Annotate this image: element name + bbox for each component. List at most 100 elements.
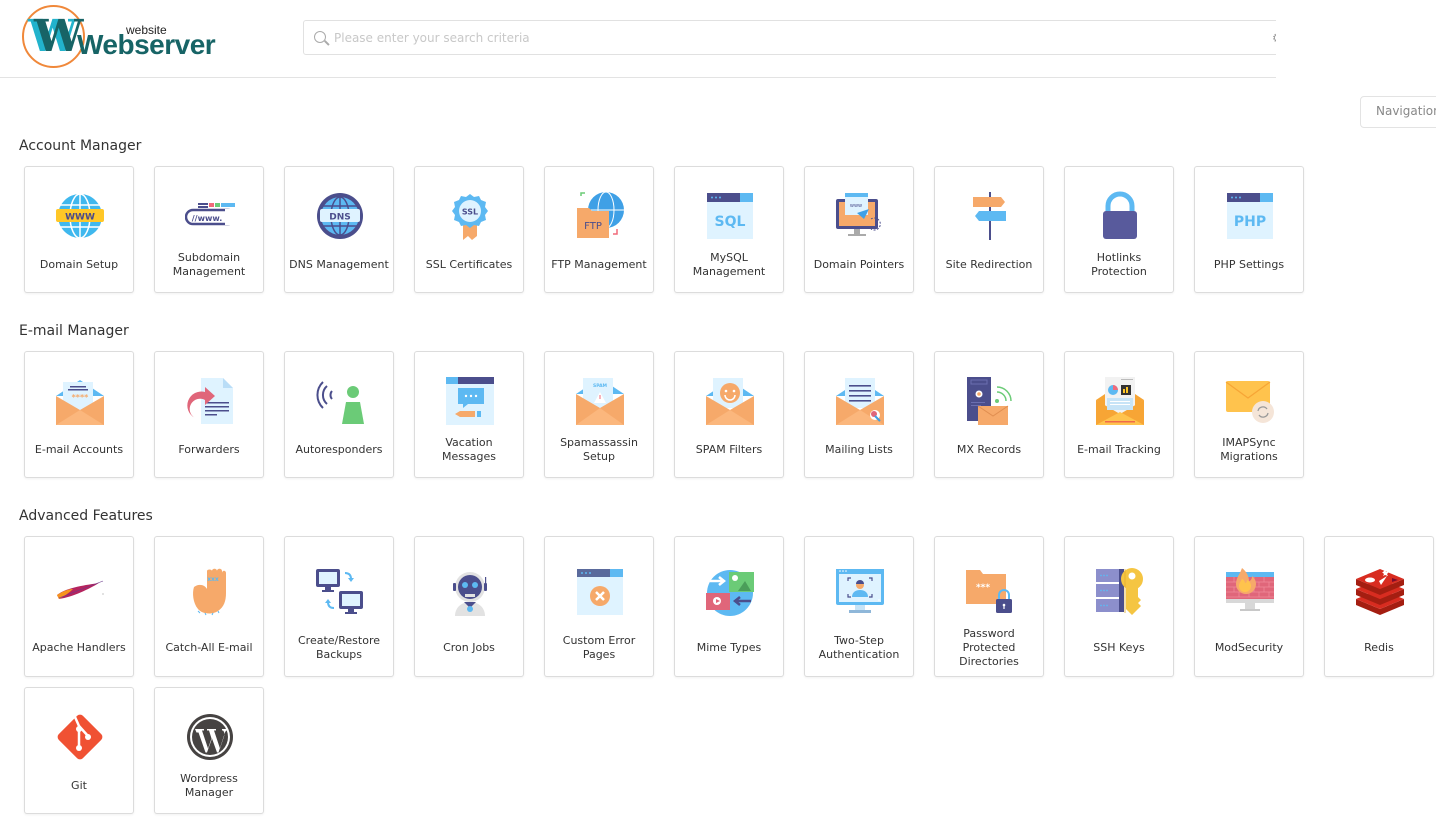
svg-text:SQL: SQL bbox=[715, 214, 746, 230]
svg-text:PHP: PHP bbox=[1234, 214, 1266, 230]
card-two-step-authentication[interactable]: Two-Step Authentication bbox=[804, 536, 914, 677]
list-envelope-icon bbox=[835, 376, 885, 426]
card-label: Password Protected Directories bbox=[959, 627, 1019, 668]
ftp-folder-icon: FTP bbox=[575, 191, 625, 241]
section-title-email-manager: E-mail Manager bbox=[19, 323, 129, 339]
dns-globe-icon: DNS bbox=[315, 191, 365, 241]
ssl-badge-icon: SSL bbox=[445, 191, 495, 241]
sql-window-icon: SQL bbox=[705, 191, 755, 241]
card-label: SSH Keys bbox=[1093, 641, 1145, 654]
card-ssl-certificates[interactable]: SSL SSL Certificates bbox=[414, 166, 524, 293]
person-signal-icon bbox=[315, 376, 365, 426]
card-redis[interactable]: Redis bbox=[1324, 536, 1434, 677]
card-label: Cron Jobs bbox=[443, 641, 495, 654]
card-php-settings[interactable]: PHP PHP Settings bbox=[1194, 166, 1304, 293]
card-wordpress-manager[interactable]: Wordpress Manager bbox=[154, 687, 264, 814]
svg-text:SSL: SSL bbox=[462, 208, 478, 217]
svg-text:www: www bbox=[850, 203, 862, 209]
card-autoresponders[interactable]: Autoresponders bbox=[284, 351, 394, 478]
svg-text:***: *** bbox=[976, 583, 990, 593]
chart-envelope-icon bbox=[1095, 376, 1145, 426]
card-label: Wordpress Manager bbox=[180, 772, 238, 799]
card-ssh-keys[interactable]: SSH Keys bbox=[1064, 536, 1174, 677]
card-label: SSL Certificates bbox=[425, 258, 513, 271]
card-label: Site Redirection bbox=[945, 258, 1033, 271]
card-forwarders[interactable]: Forwarders bbox=[154, 351, 264, 478]
signpost-icon bbox=[965, 191, 1015, 241]
card-catch-all-e-mail[interactable]: xxx Catch-All E-mail bbox=[154, 536, 264, 677]
card-password-protected-directories[interactable]: *** Password Protected Directories bbox=[934, 536, 1044, 677]
card-label: E-mail Accounts bbox=[34, 443, 124, 456]
card-e-mail-accounts[interactable]: **** E-mail Accounts bbox=[24, 351, 134, 478]
card-modsecurity[interactable]: ModSecurity bbox=[1194, 536, 1304, 677]
section-title-account-manager: Account Manager bbox=[19, 138, 142, 154]
card-domain-setup[interactable]: WWW Domain Setup bbox=[24, 166, 134, 293]
search-input[interactable] bbox=[334, 27, 1254, 49]
card-label: IMAPSync Migrations bbox=[1220, 436, 1278, 463]
card-label: Two-Step Authentication bbox=[818, 634, 900, 661]
git-icon bbox=[55, 712, 105, 762]
card-label: Catch-All E-mail bbox=[165, 641, 253, 654]
card-imapsync-migrations[interactable]: IMAPSync Migrations bbox=[1194, 351, 1304, 478]
card-label: Git bbox=[71, 779, 87, 792]
card-spam-filters[interactable]: SPAM Filters bbox=[674, 351, 784, 478]
card-mysql-management[interactable]: SQL MySQL Management bbox=[674, 166, 784, 293]
monitor-pointer-icon: www bbox=[835, 191, 885, 241]
card-mime-types[interactable]: Mime Types bbox=[674, 536, 784, 677]
card-custom-error-pages[interactable]: Custom Error Pages bbox=[544, 536, 654, 677]
svg-text:****: **** bbox=[72, 393, 90, 402]
robot-icon bbox=[445, 567, 495, 617]
card-label: ModSecurity bbox=[1214, 641, 1284, 654]
card-label: Apache Handlers bbox=[32, 641, 126, 654]
card-mx-records[interactable]: MX Records bbox=[934, 351, 1044, 478]
card-dns-management[interactable]: DNS DNS Management bbox=[284, 166, 394, 293]
sync-envelope-icon bbox=[1225, 376, 1275, 426]
envelope-password-icon: **** bbox=[55, 376, 105, 426]
svg-text://www.: //www. bbox=[192, 214, 223, 223]
card-label: Custom Error Pages bbox=[562, 634, 636, 661]
subdomain-url-icon: //www. bbox=[185, 191, 235, 241]
mime-media-icon bbox=[705, 567, 755, 617]
card-apache-handlers[interactable]: Apache Handlers bbox=[24, 536, 134, 677]
card-cron-jobs[interactable]: Cron Jobs bbox=[414, 536, 524, 677]
card-label: Domain Pointers bbox=[813, 258, 905, 271]
svg-text:DNS: DNS bbox=[329, 213, 351, 223]
svg-text:WWW: WWW bbox=[65, 213, 95, 223]
svg-text:FTP: FTP bbox=[584, 221, 602, 232]
face-auth-monitor-icon bbox=[835, 567, 885, 617]
card-spamassassin-setup[interactable]: SPAM Spamassassin Setup bbox=[544, 351, 654, 478]
card-label: FTP Management bbox=[551, 258, 647, 271]
www-globe-icon: WWW bbox=[55, 191, 105, 241]
card-label: Create/Restore Backups bbox=[298, 634, 380, 661]
card-domain-pointers[interactable]: www Domain Pointers bbox=[804, 166, 914, 293]
svg-text:xxx: xxx bbox=[207, 576, 219, 583]
error-window-icon bbox=[575, 567, 625, 617]
card-create-restore-backups[interactable]: Create/Restore Backups bbox=[284, 536, 394, 677]
firewall-icon bbox=[1225, 567, 1275, 617]
server-envelope-icon bbox=[965, 376, 1015, 426]
card-hotlinks-protection[interactable]: Hotlinks Protection bbox=[1064, 166, 1174, 293]
navigation-button[interactable]: Navigation bbox=[1360, 96, 1436, 128]
search-icon bbox=[314, 31, 326, 43]
card-e-mail-tracking[interactable]: E-mail Tracking bbox=[1064, 351, 1174, 478]
card-ftp-management[interactable]: FTP FTP Management bbox=[544, 166, 654, 293]
spam-warning-envelope-icon: SPAM bbox=[575, 376, 625, 426]
card-vacation-messages[interactable]: Vacation Messages bbox=[414, 351, 524, 478]
wordpress-icon bbox=[185, 712, 235, 762]
card-label: MX Records bbox=[956, 443, 1022, 456]
card-mailing-lists[interactable]: Mailing Lists bbox=[804, 351, 914, 478]
card-site-redirection[interactable]: Site Redirection bbox=[934, 166, 1044, 293]
card-git[interactable]: Git bbox=[24, 687, 134, 814]
card-label: PHP Settings bbox=[1213, 258, 1285, 271]
card-label: Redis bbox=[1364, 641, 1394, 654]
card-label: Subdomain Management bbox=[172, 251, 246, 278]
card-subdomain-management[interactable]: //www. Subdomain Management bbox=[154, 166, 264, 293]
card-label: DNS Management bbox=[289, 258, 389, 271]
card-label: E-mail Tracking bbox=[1077, 443, 1161, 456]
card-label: Hotlinks Protection bbox=[1091, 251, 1147, 278]
search-bar[interactable]: ⚙ bbox=[303, 20, 1293, 55]
logo-main-text: Webserver bbox=[77, 29, 216, 60]
section-title-advanced-features: Advanced Features bbox=[19, 508, 153, 524]
card-label: Mailing Lists bbox=[825, 443, 893, 456]
webserver-logo[interactable]: W W website Webserver bbox=[20, 3, 216, 71]
